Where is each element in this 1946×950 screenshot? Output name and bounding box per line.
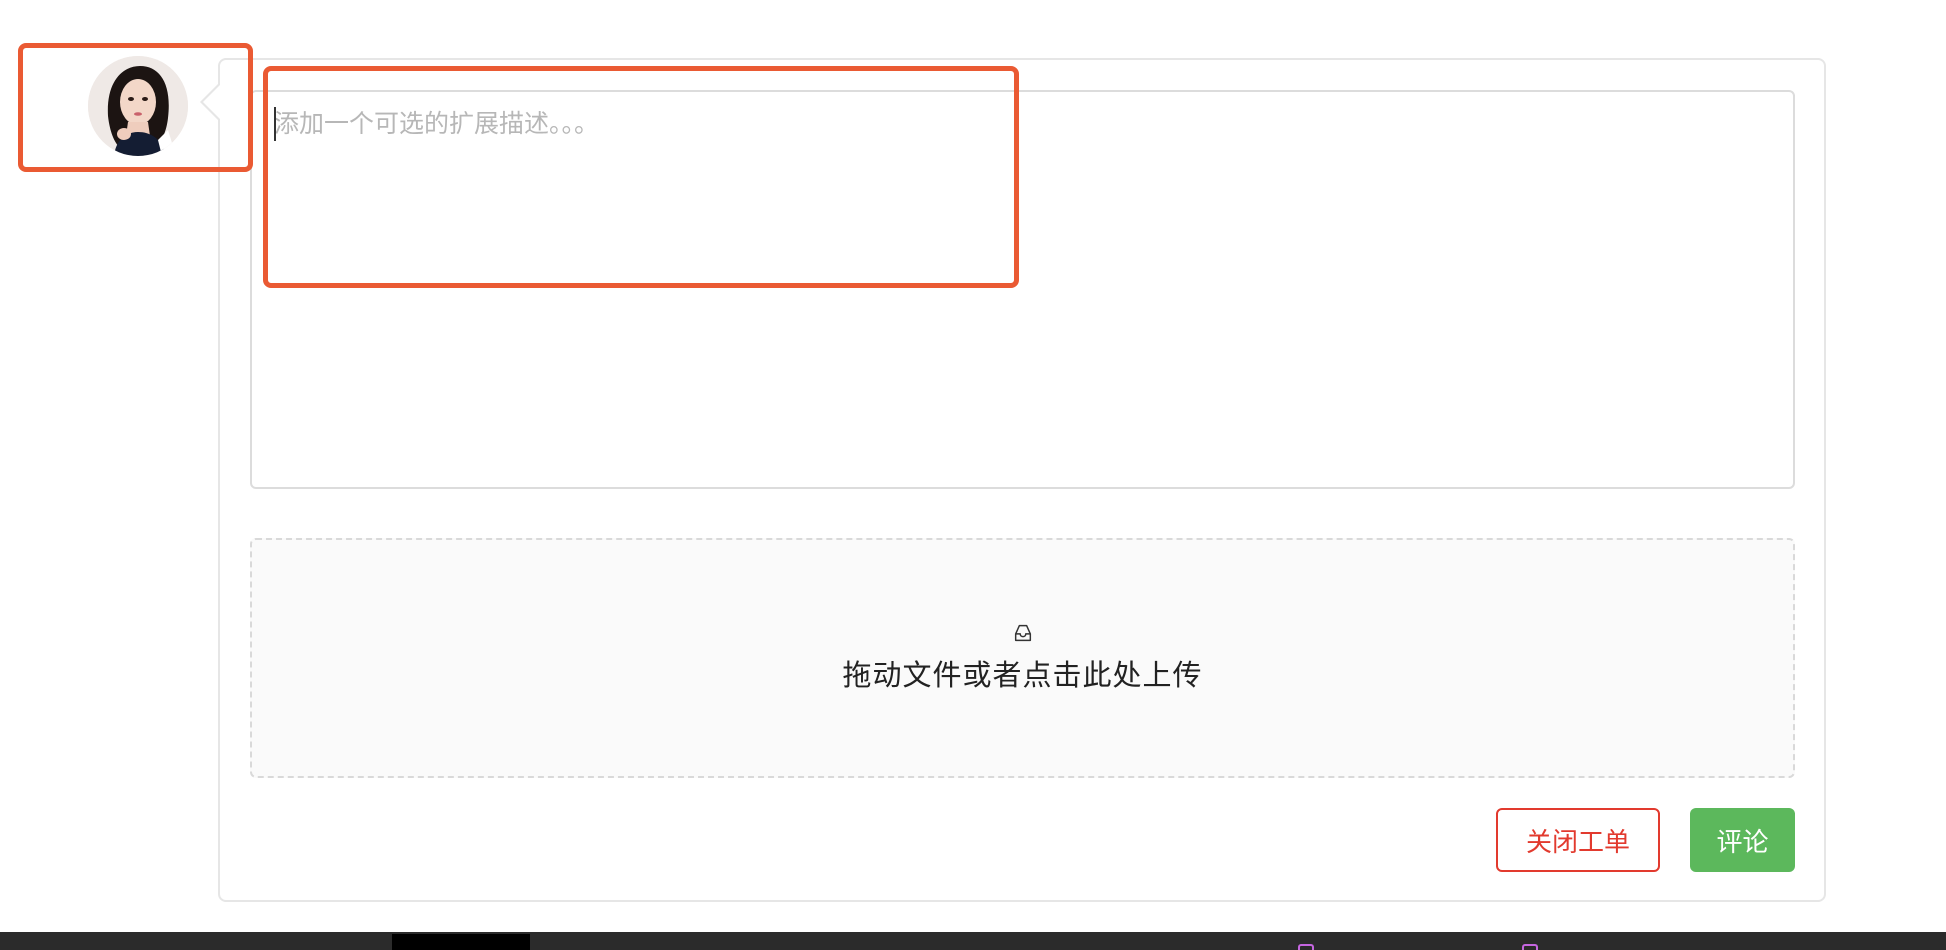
comment-page: 拖动文件或者点击此处上传 关闭工单 评论: [0, 0, 1946, 950]
taskbar-app-icon[interactable]: [1522, 944, 1538, 950]
close-ticket-button[interactable]: 关闭工单: [1496, 808, 1660, 872]
taskbar: [0, 932, 1946, 950]
upload-dropzone[interactable]: 拖动文件或者点击此处上传: [250, 538, 1795, 778]
comment-button[interactable]: 评论: [1690, 808, 1795, 872]
upload-hint-text: 拖动文件或者点击此处上传: [842, 658, 1203, 692]
card-pointer-fill: [203, 84, 221, 120]
inbox-icon: [1014, 624, 1031, 642]
taskbar-item[interactable]: [392, 934, 530, 950]
taskbar-app-icon[interactable]: [1298, 944, 1314, 950]
description-textarea[interactable]: [250, 90, 1795, 489]
text-cursor: [274, 107, 276, 141]
avatar: [88, 56, 188, 156]
user-avatar-photo: [88, 56, 188, 156]
